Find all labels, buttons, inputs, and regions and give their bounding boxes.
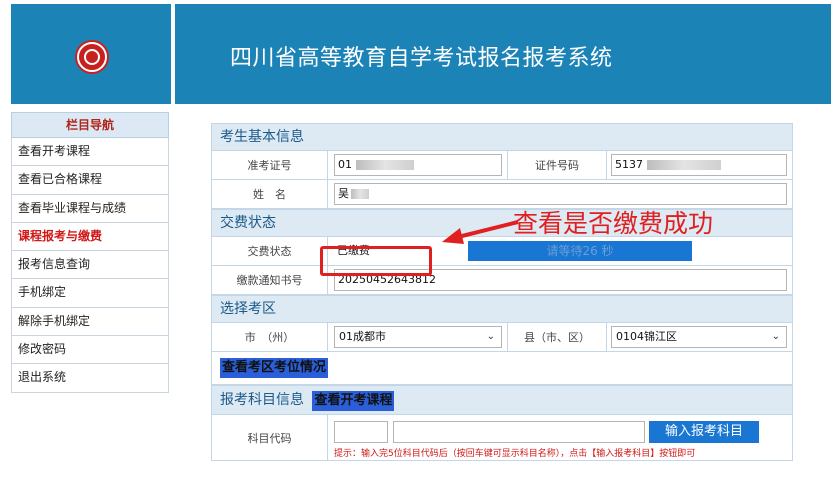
- sidebar-item-view-courses[interactable]: 查看开考课程: [11, 138, 169, 167]
- page-header: 四川省高等教育自学考试报名报考系统: [0, 0, 840, 104]
- enter-subject-button[interactable]: 输入报考科目: [649, 421, 759, 443]
- sidebar-item-registration-query[interactable]: 报考信息查询: [11, 251, 169, 280]
- exam-no-label: 准考证号: [212, 151, 328, 179]
- annotation-arrow-icon: [442, 220, 519, 244]
- view-seats-button[interactable]: 查看考区考位情况: [220, 358, 329, 378]
- redacted-mask: [647, 160, 721, 170]
- registration-form: 考生基本信息 准考证号 01 证件号码 5137 姓 名 吴 交费状态 交费状态…: [211, 123, 793, 461]
- payment-notice-label: 缴款通知书号: [212, 266, 328, 294]
- sidebar-item-bind-phone[interactable]: 手机绑定: [11, 279, 169, 308]
- city-select-value: 01成都市: [339, 330, 386, 343]
- subject-hint: 提示：输入完5位科目代码后（按回车键可显示科目名称），点击【输入报考科目】按钮即…: [334, 449, 696, 459]
- sidebar-item-register-pay[interactable]: 课程报考与缴费: [11, 222, 169, 252]
- sidebar-item-logout[interactable]: 退出系统: [11, 364, 169, 393]
- name-field[interactable]: 吴: [334, 183, 787, 205]
- subjects-section-title: 报考科目信息: [220, 392, 304, 408]
- sidebar-nav: 栏目导航 查看开考课程 查看已合格课程 查看毕业课程与成绩 课程报考与缴费 报考…: [11, 112, 169, 393]
- city-select[interactable]: 01成都市 ⌄: [334, 326, 502, 348]
- section-basic-info: 考生基本信息: [211, 123, 793, 151]
- id-no-label: 证件号码: [507, 151, 607, 179]
- annotation-highlight-box: [320, 246, 432, 276]
- system-title: 四川省高等教育自学考试报名报考系统: [230, 46, 613, 71]
- subject-name-input[interactable]: [393, 421, 645, 443]
- county-label: 县（市、区）: [507, 323, 607, 351]
- row-view-seats: 查看考区考位情况: [211, 352, 793, 385]
- seal-logo-icon: [77, 42, 107, 72]
- exam-no-value: 01: [338, 158, 352, 171]
- id-no-field[interactable]: 5137: [611, 154, 787, 176]
- payment-status-label: 交费状态: [212, 237, 328, 265]
- logo-area: [11, 4, 171, 104]
- county-select[interactable]: 0104锦江区 ⌄: [611, 326, 787, 348]
- subject-code-label: 科目代码: [212, 415, 328, 460]
- subject-code-input[interactable]: [334, 421, 388, 443]
- nav-title: 栏目导航: [11, 112, 169, 138]
- sidebar-item-unbind-phone[interactable]: 解除手机绑定: [11, 307, 169, 337]
- chevron-down-icon: ⌄: [486, 331, 495, 342]
- annotation-text: 查看是否缴费成功: [513, 209, 714, 238]
- view-seats-wrap: 查看考区考位情况: [220, 358, 329, 378]
- sidebar-item-graduation-scores[interactable]: 查看毕业课程与成绩: [11, 194, 169, 223]
- redacted-mask: [351, 189, 369, 199]
- row-exam-no: 准考证号 01 证件号码 5137: [211, 151, 793, 180]
- row-subject-code: 科目代码 输入报考科目 提示：输入完5位科目代码后（按回车键可显示科目名称），点…: [211, 415, 793, 461]
- sidebar-item-change-password[interactable]: 修改密码: [11, 336, 169, 365]
- row-exam-area: 市 （州） 01成都市 ⌄ 县（市、区） 0104锦江区 ⌄: [211, 323, 793, 352]
- city-label: 市 （州）: [212, 323, 328, 351]
- section-exam-area: 选择考区: [211, 295, 793, 323]
- redacted-mask: [356, 160, 414, 170]
- id-no-value: 5137: [615, 158, 643, 171]
- county-select-value: 0104锦江区: [616, 330, 677, 343]
- view-courses-button[interactable]: 查看开考课程: [312, 391, 395, 411]
- title-banner: 四川省高等教育自学考试报名报考系统: [175, 4, 831, 104]
- chevron-down-icon: ⌄: [771, 331, 780, 342]
- name-label: 姓 名: [212, 180, 328, 208]
- section-subjects: 报考科目信息 查看开考课程: [211, 385, 793, 415]
- sidebar-item-passed-courses[interactable]: 查看已合格课程: [11, 166, 169, 195]
- row-payment-notice: 缴款通知书号 20250452643812: [211, 266, 793, 295]
- name-value: 吴: [338, 187, 349, 200]
- exam-no-field[interactable]: 01: [334, 154, 502, 176]
